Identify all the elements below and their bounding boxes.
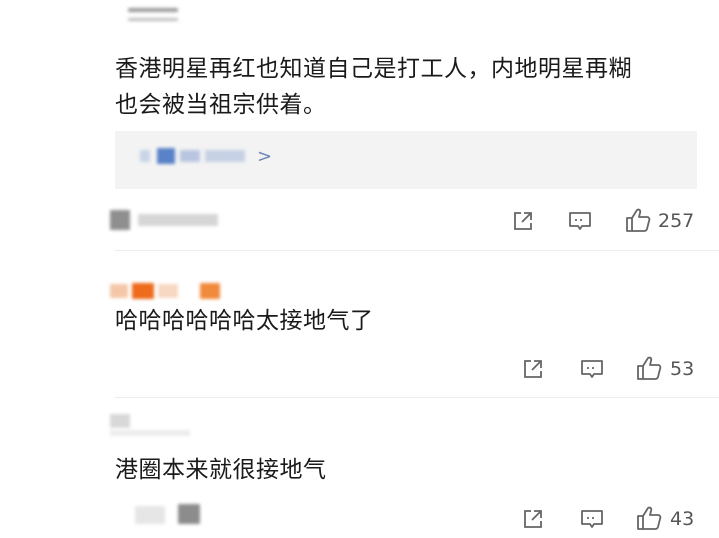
like-count: 43: [670, 508, 695, 530]
quoted-reply[interactable]: [115, 131, 697, 189]
comment-button[interactable]: [578, 505, 606, 533]
redacted-quote-user: [180, 150, 200, 162]
comment-button[interactable]: [578, 355, 606, 383]
redacted-avatar: [110, 210, 130, 230]
share-button[interactable]: [519, 505, 547, 533]
like-button[interactable]: [634, 353, 664, 383]
share-icon: [524, 510, 542, 528]
divider: [115, 397, 719, 398]
comment-text: 哈哈哈哈哈哈太接地气了: [115, 308, 374, 334]
share-icon: [524, 360, 542, 378]
redacted-quote-user: [205, 150, 245, 162]
comment-text: 香港明星再红也知道自己是打工人，内地明星再糊: [115, 56, 632, 82]
share-icon: [514, 212, 532, 230]
comment-icon: [569, 212, 591, 230]
comment-button[interactable]: [566, 207, 594, 235]
comment-text: 港圈本来就很接地气: [115, 457, 327, 483]
redacted-username: [200, 283, 220, 299]
thumbs-up-icon: [626, 208, 651, 232]
comment-text: 也会被当祖宗供着。: [115, 92, 327, 118]
redacted-header-fragment: [128, 8, 178, 12]
thumbs-up-icon: [637, 506, 662, 530]
redacted-quote-user: [157, 148, 175, 164]
redacted-quote-user: [140, 150, 150, 162]
share-button[interactable]: [509, 207, 537, 235]
redacted-avatar: [178, 504, 200, 524]
like-button[interactable]: [634, 503, 664, 533]
redacted-username: [158, 284, 178, 298]
redacted-username: [110, 414, 130, 428]
share-button[interactable]: [519, 355, 547, 383]
redacted-username: [132, 283, 154, 299]
redacted-avatar: [135, 506, 165, 524]
thumbs-up-icon: [637, 356, 662, 380]
redacted-username: [110, 284, 128, 298]
like-button[interactable]: [623, 205, 653, 235]
redacted-timestamp: [138, 214, 218, 226]
redacted-header-fragment: [128, 18, 178, 21]
comment-icon: [581, 510, 603, 528]
redacted-username: [110, 430, 190, 436]
comment-icon: [581, 360, 603, 378]
chevron-right-icon[interactable]: >: [257, 147, 272, 167]
like-count: 53: [670, 358, 695, 380]
like-count: 257: [658, 210, 695, 232]
divider: [115, 250, 719, 251]
